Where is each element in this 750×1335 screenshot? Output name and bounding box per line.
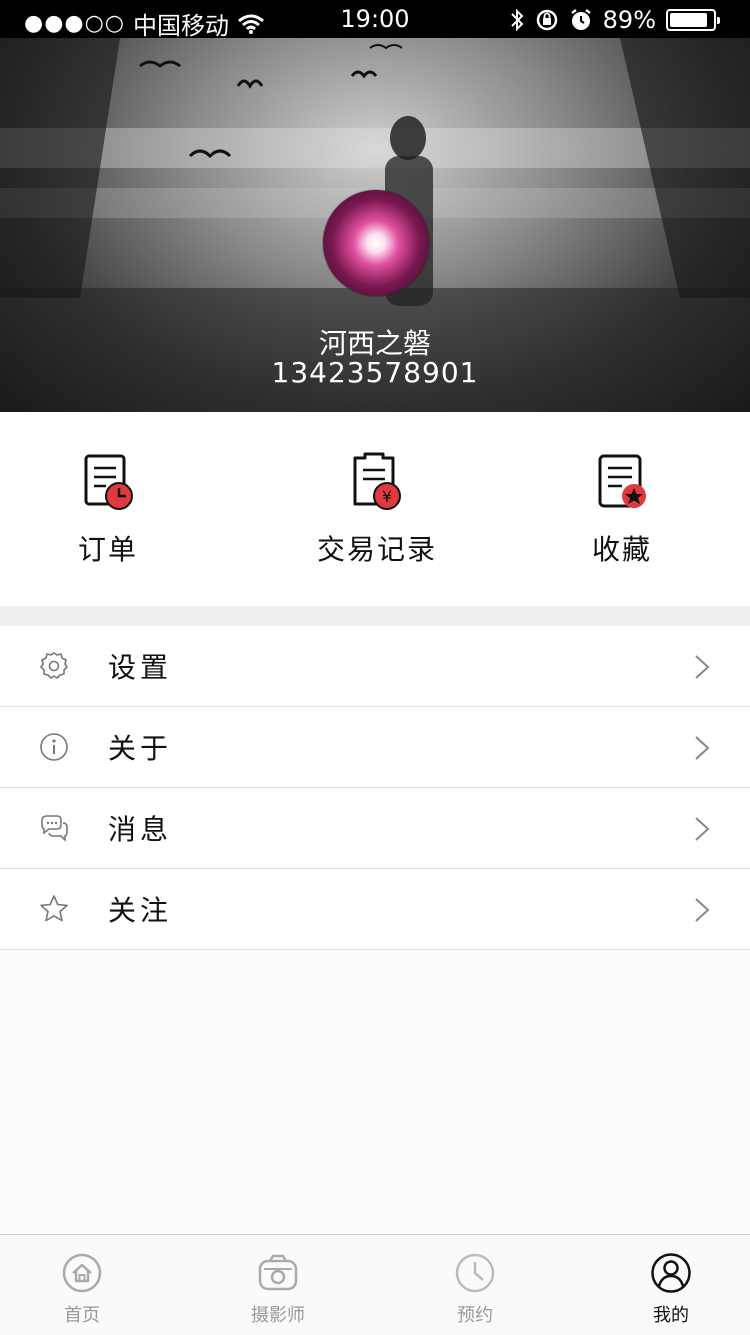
quick-actions: 订单 ¥ 交易记录 收藏: [0, 412, 750, 606]
quick-action-label: 订单: [77, 533, 138, 566]
battery-icon: [666, 9, 720, 31]
tab-label: 我的: [653, 1305, 689, 1326]
menu-item-label: 关注: [108, 894, 173, 927]
profile-header: 河西之磐 13423578901: [0, 38, 750, 412]
menu-item-settings[interactable]: 设置: [0, 626, 750, 707]
svg-text:¥: ¥: [382, 487, 392, 506]
home-icon: [62, 1253, 102, 1293]
camera-icon: [258, 1254, 298, 1291]
chevron-right-icon: [695, 736, 710, 760]
chat-icon: [41, 815, 68, 842]
gear-icon: [40, 652, 68, 679]
quick-action-favorites[interactable]: 收藏: [512, 452, 732, 568]
quick-action-transactions[interactable]: ¥ 交易记录: [267, 452, 487, 568]
clock-icon: [455, 1253, 495, 1293]
menu-item-label: 关于: [108, 732, 173, 765]
menu-item-follow[interactable]: 关注: [0, 869, 750, 950]
tab-photographer[interactable]: 摄影师: [218, 1253, 338, 1327]
bluetooth-icon: [510, 8, 524, 32]
menu-item-label: 设置: [108, 651, 173, 684]
alarm-icon: [570, 9, 591, 30]
tab-label: 首页: [64, 1305, 100, 1326]
status-right: 89%: [509, 6, 720, 34]
tab-label: 摄影师: [251, 1305, 305, 1326]
quick-action-label: 交易记录: [316, 533, 437, 566]
tab-home[interactable]: 首页: [22, 1253, 142, 1327]
tab-booking[interactable]: 预约: [415, 1253, 535, 1327]
rotation-lock-icon: [536, 9, 557, 31]
order-clock-icon: [84, 454, 133, 510]
chevron-right-icon: [695, 655, 710, 679]
menu-item-label: 消息: [108, 813, 173, 846]
star-icon: [40, 895, 68, 922]
user-icon: [651, 1253, 691, 1293]
quick-action-orders[interactable]: 订单: [0, 452, 218, 568]
section-divider: [0, 606, 750, 626]
quick-action-label: 收藏: [591, 533, 652, 566]
battery-level: [670, 13, 708, 27]
tab-bar: 首页 摄影师 预约 我的: [0, 1234, 750, 1335]
tab-mine[interactable]: 我的: [611, 1253, 731, 1327]
avatar[interactable]: [323, 190, 429, 296]
info-icon: [40, 733, 68, 761]
tab-label: 预约: [457, 1305, 493, 1326]
chevron-right-icon: [695, 817, 710, 841]
status-bar: ●●●○○ 中国移动 19:00 89%: [0, 0, 750, 40]
menu-item-about[interactable]: 关于: [0, 707, 750, 788]
transaction-yuan-icon: ¥: [353, 452, 401, 510]
phone-number: 13423578901: [271, 356, 479, 389]
chevron-right-icon: [695, 898, 710, 922]
favorite-star-icon: [598, 454, 646, 508]
settings-menu: 设置 关于 消息 关注: [0, 626, 750, 950]
battery-percent: 89%: [602, 6, 656, 34]
menu-item-messages[interactable]: 消息: [0, 788, 750, 869]
